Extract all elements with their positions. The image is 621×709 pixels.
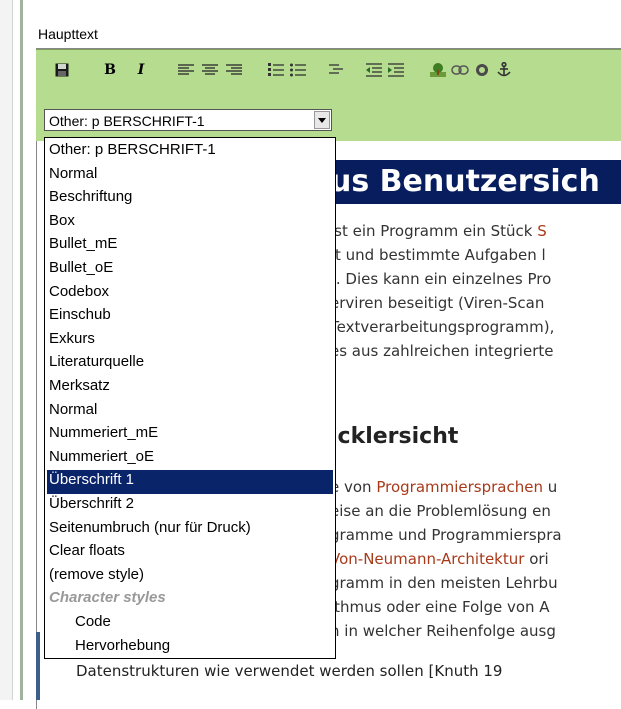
paragraph-text: eise an die Problemlösung en (330, 502, 551, 520)
dropdown-option[interactable]: Exkurs (47, 329, 333, 353)
dropdown-option[interactable]: Bullet_oE (47, 258, 333, 282)
paragraph-line: t. Dies kann ein einzelnes Pro (330, 270, 551, 288)
paragraph-text: ft und bestimmte Aufgaben l (330, 246, 546, 264)
outdent-icon[interactable] (364, 60, 384, 80)
format-select-value: Other: p BERSCHRIFT-1 (49, 113, 205, 129)
text-link[interactable]: S (537, 222, 547, 240)
dropdown-option[interactable]: Seitenumbruch (nur für Druck) (47, 518, 333, 542)
left-frame-divider (20, 0, 23, 700)
paragraph-line: Textverarbeitungsprogramm), (330, 318, 554, 336)
paragraph-line: eise an die Problemlösung en (330, 502, 551, 520)
paragraph-text: gramm in den meisten Lehrbu (330, 574, 558, 592)
anchor-icon[interactable] (494, 60, 514, 80)
dropdown-option[interactable]: Merksatz (47, 376, 333, 400)
paragraph-text: erviren beseitigt (Viren-Scan (330, 294, 545, 312)
dropdown-option[interactable]: Normal (47, 400, 333, 424)
paragraph-text: u (542, 478, 558, 496)
dropdown-option[interactable]: Normal (47, 164, 333, 188)
align-left-icon[interactable] (176, 60, 196, 80)
bold-button[interactable]: B (100, 60, 120, 80)
content-last-line: Datenstrukturen wie verwendet werden sol… (76, 662, 503, 680)
dropdown-group-label: Character styles (49, 589, 166, 607)
dropdown-option[interactable]: Nummeriert_mE (47, 423, 333, 447)
paragraph-text: e von (330, 478, 377, 496)
paragraph-line: gramm in den meisten Lehrbu (330, 574, 558, 592)
dropdown-option[interactable]: Other: p BERSCHRIFT-1 (47, 140, 333, 164)
ordered-list-icon[interactable] (266, 60, 286, 80)
paragraph-format-select[interactable]: Other: p BERSCHRIFT-1 (44, 109, 332, 131)
paragraph-text: n in welcher Reihenfolge ausg (330, 622, 556, 640)
content-heading-2: icklersicht (330, 424, 459, 449)
definition-list-icon[interactable] (326, 60, 346, 80)
paragraph-text: ithmus oder eine Folge von A (330, 598, 550, 616)
paragraph-line: es aus zahlreichen integrierte (330, 342, 553, 360)
paragraph-line: erviren beseitigt (Viren-Scan (330, 294, 544, 312)
paragraph-line: Von-Neumann-Architektur ori (330, 550, 549, 568)
paragraph-line: n in welcher Reihenfolge ausg (330, 622, 556, 640)
content-block-edge (36, 632, 40, 700)
chevron-down-icon[interactable] (314, 111, 330, 129)
dropdown-option[interactable]: Code (47, 612, 333, 636)
dropdown-option[interactable]: Einschub (47, 305, 333, 329)
indent-icon[interactable] (386, 60, 406, 80)
paragraph-text: gramme und Programmierspra (330, 526, 562, 544)
dropdown-option[interactable]: Codebox (47, 282, 333, 306)
paragraph-line: ist ein Programm ein Stück S (330, 222, 547, 240)
align-right-icon[interactable] (224, 60, 244, 80)
dropdown-option[interactable]: Überschrift 1 (46, 469, 334, 496)
paragraph-text: ist ein Programm ein Stück (330, 222, 538, 240)
dropdown-option[interactable]: Beschriftung (47, 187, 333, 211)
text-link[interactable]: Programmiersprachen (376, 478, 543, 496)
dropdown-option[interactable]: Hervorhebung (47, 636, 333, 658)
unlink-icon[interactable] (472, 60, 492, 80)
paragraph-line: e von Programmiersprachen u (330, 478, 557, 496)
paragraph-line: ft und bestimmte Aufgaben l (330, 246, 546, 264)
dropdown-option[interactable]: Bullet_mE (47, 234, 333, 258)
paragraph-line: ithmus oder eine Folge von A (330, 598, 550, 616)
dropdown-option[interactable]: Clear floats (47, 541, 333, 565)
dropdown-option[interactable]: Box (47, 211, 333, 235)
dropdown-option[interactable]: Literaturquelle (47, 352, 333, 376)
left-frame-border (0, 0, 13, 700)
paragraph-text: es aus zahlreichen integrierte (330, 342, 554, 360)
paragraph-line: gramme und Programmierspra (330, 526, 562, 544)
format-dropdown-list: Other: p BERSCHRIFT-1 Normal Beschriftung B… (44, 137, 336, 659)
dropdown-option[interactable]: Überschrift 2 (47, 494, 333, 518)
text-link[interactable]: Von-Neumann-Architektur (330, 550, 524, 568)
save-icon[interactable] (53, 60, 71, 80)
image-icon[interactable] (428, 60, 448, 80)
italic-button[interactable]: I (131, 60, 151, 80)
align-center-icon[interactable] (200, 60, 220, 80)
unordered-list-icon[interactable] (288, 60, 308, 80)
field-label: Haupttext (38, 26, 98, 42)
link-icon[interactable] (450, 60, 470, 80)
dropdown-option[interactable]: (remove style) (47, 565, 333, 589)
paragraph-text: Textverarbeitungsprogramm), (330, 318, 555, 336)
dropdown-option[interactable]: Nummeriert_oE (47, 447, 333, 471)
content-heading-1: us Benutzersich (300, 160, 621, 204)
paragraph-text: t. Dies kann ein einzelnes Pro (330, 270, 552, 288)
paragraph-text: ori (524, 550, 549, 568)
